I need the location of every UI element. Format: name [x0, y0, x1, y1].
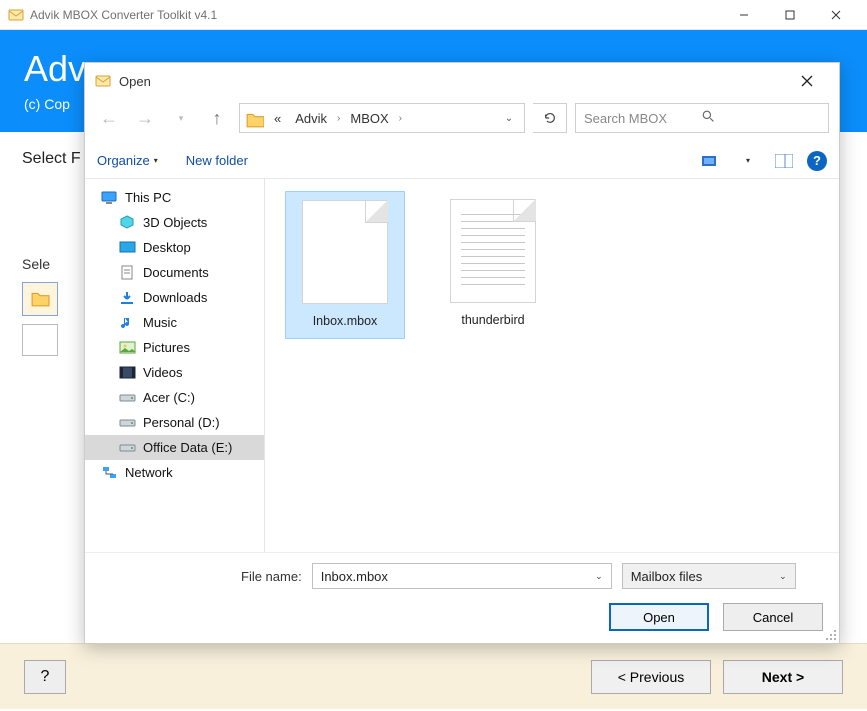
chevron-down-icon[interactable]: ⌄ [595, 571, 603, 582]
file-thumbnail [450, 199, 536, 303]
search-placeholder: Search MBOX [584, 111, 702, 126]
pictures-icon [119, 340, 137, 356]
tree-item-office-data-e[interactable]: Office Data (E:) [85, 435, 264, 460]
videos-icon [119, 365, 137, 381]
tree-item-personal-d[interactable]: Personal (D:) [85, 410, 264, 435]
new-folder-button[interactable]: New folder [186, 153, 248, 168]
breadcrumb-prefix: « [270, 111, 285, 126]
wizard-footer: ? < Previous Next > [0, 643, 867, 709]
tree-item-downloads[interactable]: Downloads [85, 285, 264, 310]
music-icon [119, 315, 137, 331]
tree-item-documents[interactable]: Documents [85, 260, 264, 285]
chevron-down-icon[interactable]: ⌄ [779, 571, 787, 582]
nav-back-button[interactable]: ← [95, 104, 123, 132]
search-input[interactable]: Search MBOX [575, 103, 829, 133]
close-button[interactable] [813, 0, 859, 30]
network-icon [101, 465, 119, 481]
dialog-titlebar: Open [85, 63, 839, 99]
cancel-button[interactable]: Cancel [723, 603, 823, 631]
chevron-right-icon: › [399, 113, 402, 124]
dialog-title: Open [119, 74, 785, 89]
help-button[interactable]: ? [24, 660, 66, 694]
folder-icon [246, 111, 264, 126]
dialog-icon [95, 73, 111, 89]
app-icon [8, 7, 24, 23]
tree-item-music[interactable]: Music [85, 310, 264, 335]
preview-pane-button[interactable] [771, 150, 797, 172]
breadcrumb-mbox[interactable]: MBOX [346, 111, 392, 126]
docs-icon [119, 265, 137, 281]
minimize-button[interactable] [721, 0, 767, 30]
browse-folder-button[interactable] [22, 282, 58, 316]
folder-tree[interactable]: This PC3D ObjectsDesktopDocumentsDownloa… [85, 179, 265, 552]
filename-input[interactable]: Inbox.mbox ⌄ [312, 563, 612, 589]
filetype-select[interactable]: Mailbox files ⌄ [622, 563, 796, 589]
nav-forward-button[interactable]: → [131, 104, 159, 132]
downloads-icon [119, 290, 137, 306]
dialog-command-bar: Organize New folder ▾ ? [85, 143, 839, 179]
view-dropdown[interactable]: ▾ [735, 150, 761, 172]
maximize-button[interactable] [767, 0, 813, 30]
tree-item-network[interactable]: Network [85, 460, 264, 485]
file-name: Inbox.mbox [290, 314, 400, 328]
dialog-content: This PC3D ObjectsDesktopDocumentsDownloa… [85, 179, 839, 552]
tree-item-acer-c[interactable]: Acer (C:) [85, 385, 264, 410]
dialog-footer: File name: Inbox.mbox ⌄ Mailbox files ⌄ … [85, 552, 839, 643]
file-thumbnail [302, 200, 388, 304]
tree-item-pictures[interactable]: Pictures [85, 335, 264, 360]
refresh-button[interactable] [533, 103, 567, 133]
filename-label: File name: [241, 569, 302, 584]
nav-recent-dropdown[interactable]: ▾ [167, 104, 195, 132]
app-titlebar: Advik MBOX Converter Toolkit v4.1 [0, 0, 867, 30]
app-title: Advik MBOX Converter Toolkit v4.1 [30, 8, 721, 22]
next-button[interactable]: Next > [723, 660, 843, 694]
view-mode-button[interactable] [699, 150, 725, 172]
open-button[interactable]: Open [609, 603, 709, 631]
address-dropdown-icon[interactable]: ⌄ [500, 113, 518, 124]
tree-item-3d-objects[interactable]: 3D Objects [85, 210, 264, 235]
breadcrumb-advik[interactable]: Advik [291, 111, 331, 126]
address-bar[interactable]: « Advik › MBOX › ⌄ [239, 103, 525, 133]
drive-icon [119, 415, 137, 431]
drive-icon [119, 390, 137, 406]
secondary-browse-button[interactable] [22, 324, 58, 356]
resize-grip[interactable] [823, 627, 837, 641]
dialog-help-button[interactable]: ? [807, 151, 827, 171]
drive-icon [119, 440, 137, 456]
tree-item-videos[interactable]: Videos [85, 360, 264, 385]
file-item-inbox-mbox[interactable]: Inbox.mbox [285, 191, 405, 339]
organize-menu[interactable]: Organize [97, 153, 158, 168]
previous-button[interactable]: < Previous [591, 660, 711, 694]
pc-icon [101, 190, 119, 206]
dialog-nav-toolbar: ← → ▾ ↑ « Advik › MBOX › ⌄ Search MBOX [85, 99, 839, 143]
tree-item-desktop[interactable]: Desktop [85, 235, 264, 260]
file-name: thunderbird [437, 313, 549, 327]
file-item-thunderbird[interactable]: thunderbird [433, 191, 553, 337]
chevron-right-icon: › [337, 113, 340, 124]
file-list[interactable]: Inbox.mbox thunderbird [265, 179, 839, 552]
search-icon [702, 110, 820, 126]
nav-up-button[interactable]: ↑ [203, 104, 231, 132]
3d-icon [119, 215, 137, 231]
dialog-close-button[interactable] [785, 66, 829, 96]
desktop-icon [119, 240, 137, 256]
open-file-dialog: Open ← → ▾ ↑ « Advik › MBOX › ⌄ Search M… [84, 62, 840, 644]
tree-item-this-pc[interactable]: This PC [85, 185, 264, 210]
